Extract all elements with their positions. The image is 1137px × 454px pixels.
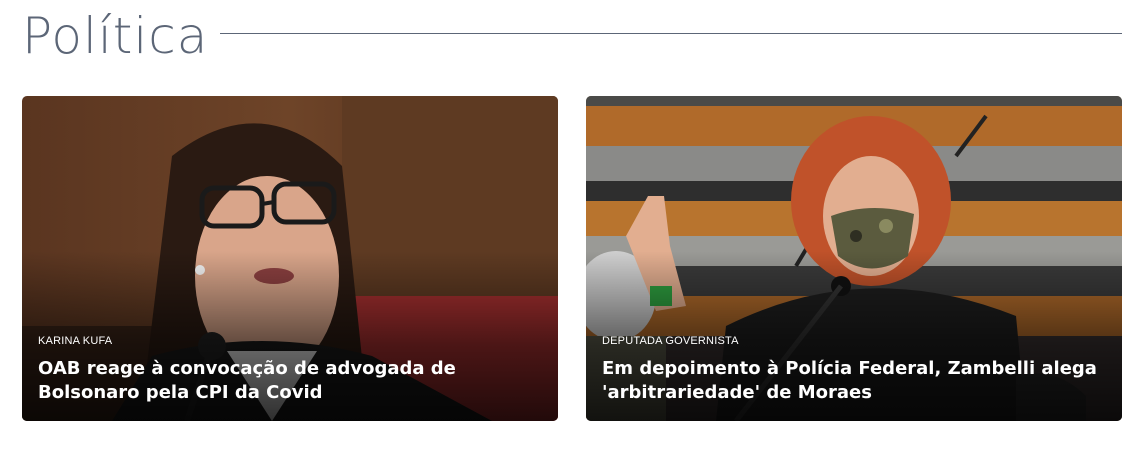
card-text: KARINA KUFA OAB reage à convocação de ad… — [38, 335, 542, 405]
section-divider — [220, 32, 1122, 34]
section-title: Política — [22, 7, 209, 65]
news-card-karina-kufa[interactable]: KARINA KUFA OAB reage à convocação de ad… — [22, 96, 558, 421]
card-kicker: DEPUTADA GOVERNISTA — [602, 335, 739, 347]
news-card-zambelli[interactable]: DEPUTADA GOVERNISTA Em depoimento à Polí… — [586, 96, 1122, 421]
section-header: Política — [22, 0, 1122, 70]
card-headline-link[interactable]: OAB reage à convocação de advogada de Bo… — [38, 357, 542, 405]
card-kicker: KARINA KUFA — [38, 335, 113, 347]
card-headline-link[interactable]: Em depoimento à Polícia Federal, Zambell… — [602, 357, 1106, 405]
card-text: DEPUTADA GOVERNISTA Em depoimento à Polí… — [602, 335, 1106, 405]
